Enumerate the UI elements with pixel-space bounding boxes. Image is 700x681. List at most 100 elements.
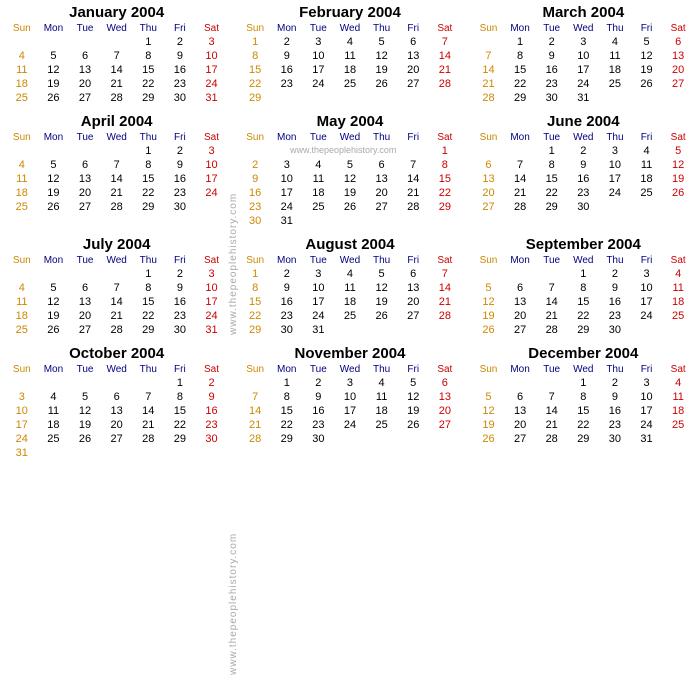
day-cell-2: 2 [536,35,568,49]
day-cell-1: 1 [271,376,303,390]
day-cell-13: 13 [429,390,461,404]
month-title: December 2004 [473,345,694,362]
day-header-tue: Tue [69,23,101,34]
day-cell-28: 28 [536,432,568,446]
day-cell-2: 2 [599,267,631,281]
day-header-tue: Tue [536,23,568,34]
day-cell-6: 6 [69,158,101,172]
empty-cell [69,376,101,390]
day-cell-11: 11 [6,295,38,309]
day-cell-24: 24 [271,200,303,214]
day-cell-15: 15 [164,404,196,418]
day-cell-16: 16 [536,63,568,77]
day-cell-26: 26 [38,91,70,105]
day-header-sat: Sat [196,23,228,34]
day-header-fri: Fri [631,23,663,34]
day-header-tue: Tue [69,364,101,375]
calendar-grid: January 2004SunMonTueWedThuFriSat1234567… [0,0,700,464]
day-cell-24: 24 [334,418,366,432]
day-cell-5: 5 [38,158,70,172]
day-cell-27: 27 [101,432,133,446]
day-cell-17: 17 [6,418,38,432]
empty-cell [504,144,536,158]
day-cell-17: 17 [599,172,631,186]
day-cell-30: 30 [568,200,600,214]
day-cell-25: 25 [6,323,38,337]
day-cell-11: 11 [6,63,38,77]
day-cell-25: 25 [303,200,335,214]
day-cell-26: 26 [69,432,101,446]
day-header-fri: Fri [397,255,429,266]
day-header-sun: Sun [473,364,505,375]
empty-cell [38,376,70,390]
day-cell-27: 27 [504,323,536,337]
day-cell-21: 21 [504,186,536,200]
day-cell-31: 31 [303,323,335,337]
day-cell-8: 8 [271,390,303,404]
day-cell-6: 6 [504,390,536,404]
month-title: February 2004 [239,4,460,21]
day-cell-25: 25 [662,418,694,432]
day-cell-8: 8 [504,49,536,63]
day-cell-9: 9 [303,390,335,404]
day-cell-27: 27 [69,200,101,214]
day-cell-20: 20 [397,63,429,77]
day-cell-11: 11 [662,390,694,404]
empty-cell [69,267,101,281]
day-cell-7: 7 [429,35,461,49]
day-cell-4: 4 [6,49,38,63]
month-block-5: June 2004SunMonTueWedThuFriSat1234567891… [467,109,700,232]
day-cell-22: 22 [132,309,164,323]
day-cell-9: 9 [164,158,196,172]
day-cell-24: 24 [599,186,631,200]
day-cell-16: 16 [303,404,335,418]
empty-cell [397,144,429,158]
day-cell-4: 4 [662,376,694,390]
month-title: July 2004 [6,236,227,253]
day-cell-3: 3 [568,35,600,49]
day-cell-20: 20 [504,309,536,323]
day-cell-6: 6 [397,35,429,49]
day-header-sat: Sat [662,255,694,266]
day-cell-21: 21 [473,77,505,91]
day-cell-15: 15 [239,63,271,77]
day-cell-3: 3 [631,267,663,281]
day-cell-22: 22 [164,418,196,432]
day-header-wed: Wed [334,23,366,34]
day-cell-5: 5 [366,267,398,281]
day-cell-16: 16 [271,295,303,309]
day-cell-13: 13 [473,172,505,186]
day-cell-19: 19 [473,309,505,323]
day-cell-8: 8 [132,281,164,295]
day-header-tue: Tue [303,132,335,143]
day-cell-30: 30 [599,323,631,337]
day-header-thu: Thu [599,23,631,34]
day-cell-9: 9 [239,172,271,186]
day-cell-23: 23 [271,77,303,91]
day-cell-20: 20 [69,186,101,200]
day-cell-14: 14 [504,172,536,186]
day-cell-31: 31 [196,323,228,337]
day-cell-23: 23 [196,418,228,432]
day-cell-25: 25 [6,200,38,214]
day-cell-11: 11 [366,390,398,404]
day-cell-26: 26 [473,323,505,337]
day-cell-4: 4 [6,281,38,295]
day-cell-8: 8 [568,390,600,404]
day-cell-19: 19 [38,186,70,200]
day-cell-5: 5 [397,376,429,390]
day-cell-25: 25 [334,309,366,323]
day-cell-11: 11 [662,281,694,295]
day-cell-23: 23 [599,309,631,323]
day-cell-22: 22 [568,418,600,432]
day-cell-10: 10 [568,49,600,63]
day-cell-11: 11 [334,49,366,63]
day-cell-9: 9 [196,390,228,404]
day-header-mon: Mon [38,132,70,143]
empty-cell [38,144,70,158]
month-title: January 2004 [6,4,227,21]
day-header-sun: Sun [239,364,271,375]
day-cell-1: 1 [132,144,164,158]
day-header-thu: Thu [132,23,164,34]
day-cell-30: 30 [239,214,271,228]
